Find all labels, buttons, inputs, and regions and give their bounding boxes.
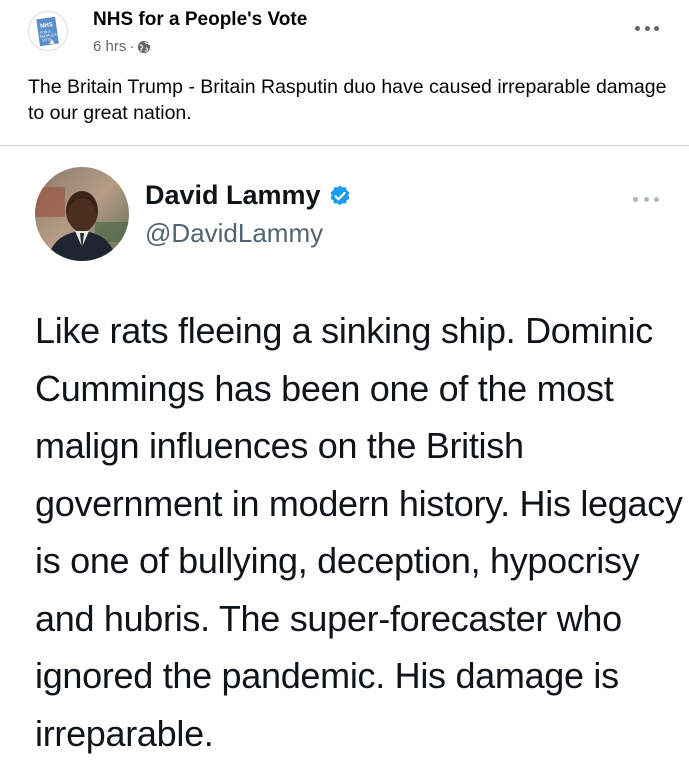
page-name-link[interactable]: NHS for a People's Vote (93, 9, 307, 31)
nhs-peoples-vote-logo: NHS FOR A PEOPLE'S VOTE (29, 12, 67, 50)
tweet-more-icon (633, 195, 659, 203)
globe-icon[interactable] (137, 40, 151, 54)
facebook-post-header: NHS FOR A PEOPLE'S VOTE NHS for a People… (0, 0, 689, 145)
tweet-name-row: David Lammy (145, 180, 352, 211)
post-caption: The Britain Trump - Britain Rasputin duo… (28, 76, 667, 124)
tweet-avatar (35, 167, 129, 261)
tweet-author-handle[interactable]: @DavidLammy (145, 218, 323, 249)
tweet-body: Like rats fleeing a sinking ship. Domini… (35, 310, 683, 754)
tweet-screenshot[interactable]: David Lammy @DavidLammy Like rats fleein… (0, 146, 689, 771)
post-meta: 6 hrs · (93, 38, 151, 55)
post-timestamp[interactable]: 6 hrs (93, 38, 126, 55)
more-options-icon[interactable] (635, 22, 659, 34)
verified-badge-icon (330, 185, 349, 205)
page-avatar[interactable]: NHS FOR A PEOPLE'S VOTE (28, 11, 68, 51)
meta-separator: · (129, 38, 135, 55)
tweet-author-name[interactable]: David Lammy (145, 180, 321, 211)
